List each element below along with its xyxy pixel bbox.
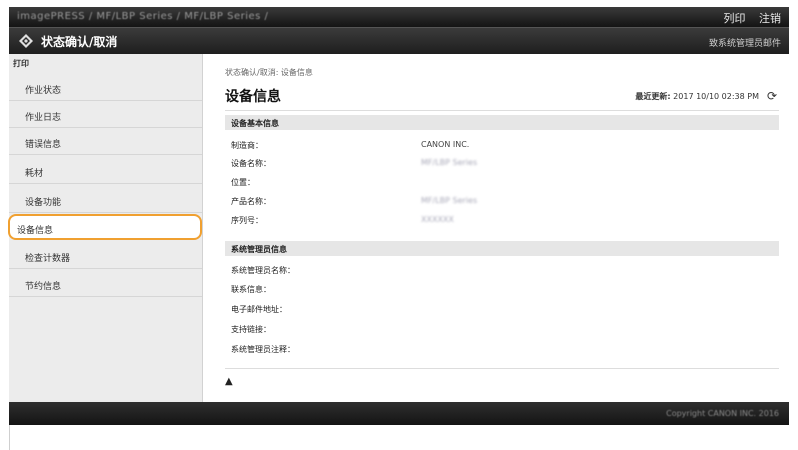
sidebar-item-label: 设备信息 [17, 226, 54, 236]
row-serial-value: XXXXXX [421, 215, 454, 224]
row-location-label: 位置： [231, 178, 255, 187]
logout-link[interactable]: 注销 [759, 12, 781, 25]
row-manufacturer-value: CANON INC. [421, 140, 470, 149]
sidebar-item-eco-info[interactable]: 节约信息 [9, 270, 202, 297]
footer: Copyright CANON INC. 2016 [9, 402, 789, 425]
title-bar: 状态确认/取消 致系统管理员邮件 [9, 27, 789, 55]
last-updated-label: 最近更新: [635, 92, 671, 101]
top-bar: imagePRESS / MF/LBP Series / MF/LBP Seri… [9, 7, 789, 27]
row-manufacturer-label: 制造商： [231, 141, 263, 150]
row-email-label: 电子邮件地址： [231, 305, 287, 314]
row-admin-name-label: 系统管理员名称： [231, 266, 295, 275]
row-contact-label: 联系信息： [231, 285, 271, 294]
divider [225, 110, 779, 111]
row-product-name-label: 产品名称： [231, 197, 271, 206]
last-updated: 最近更新: 2017 10/10 02:38 PM [635, 91, 759, 102]
page-edge [9, 425, 10, 450]
back-to-top-icon[interactable]: ▲ [225, 376, 233, 387]
sidebar-item-job-status[interactable]: 作业状态 [9, 74, 202, 101]
sidebar-item-job-log[interactable]: 作业日志 [9, 101, 202, 128]
row-device-name-value: MF/LBP Series [421, 158, 478, 167]
section-device-basic-info: 设备基本信息 [225, 115, 779, 130]
main-content: 状态确认/取消: 设备信息 设备信息 最近更新: 2017 10/10 02:3… [203, 54, 789, 402]
sidebar-item-device-info-selected[interactable]: 设备信息 [8, 214, 202, 240]
row-device-name-label: 设备名称： [231, 159, 271, 168]
print-link[interactable]: 列印 [724, 12, 746, 25]
section-admin-info: 系统管理员信息 [225, 241, 779, 256]
page-title: 设备信息 [225, 89, 281, 105]
last-updated-value: 2017 10/10 02:38 PM [673, 92, 759, 101]
sidebar-item-device-features[interactable]: 设备功能 [9, 186, 202, 213]
row-support-link-label: 支持链接： [231, 325, 271, 334]
row-serial-label: 序列号： [231, 216, 263, 225]
top-actions: 列印 注销 [714, 10, 782, 26]
copyright: Copyright CANON INC. 2016 [666, 409, 779, 418]
sidebar-item-error-info[interactable]: 错误信息 [9, 128, 202, 155]
divider [225, 368, 779, 369]
row-product-name-value: MF/LBP Series [421, 196, 478, 205]
page-header-title: 状态确认/取消 [41, 35, 118, 49]
breadcrumb: 状态确认/取消: 设备信息 [225, 68, 313, 77]
sidebar-caption: 打印 [13, 59, 29, 68]
sidebar-item-check-counter[interactable]: 检查计数器 [9, 242, 202, 269]
mail-to-admin-link[interactable]: 致系统管理员邮件 [709, 36, 781, 49]
sidebar-item-consumables[interactable]: 耗材 [9, 157, 202, 184]
row-admin-comment-label: 系统管理员注释： [231, 345, 295, 354]
top-breadcrumb: imagePRESS / MF/LBP Series / MF/LBP Seri… [17, 11, 269, 22]
refresh-icon[interactable]: ⟳ [767, 89, 777, 103]
status-monitor-icon [19, 34, 33, 48]
